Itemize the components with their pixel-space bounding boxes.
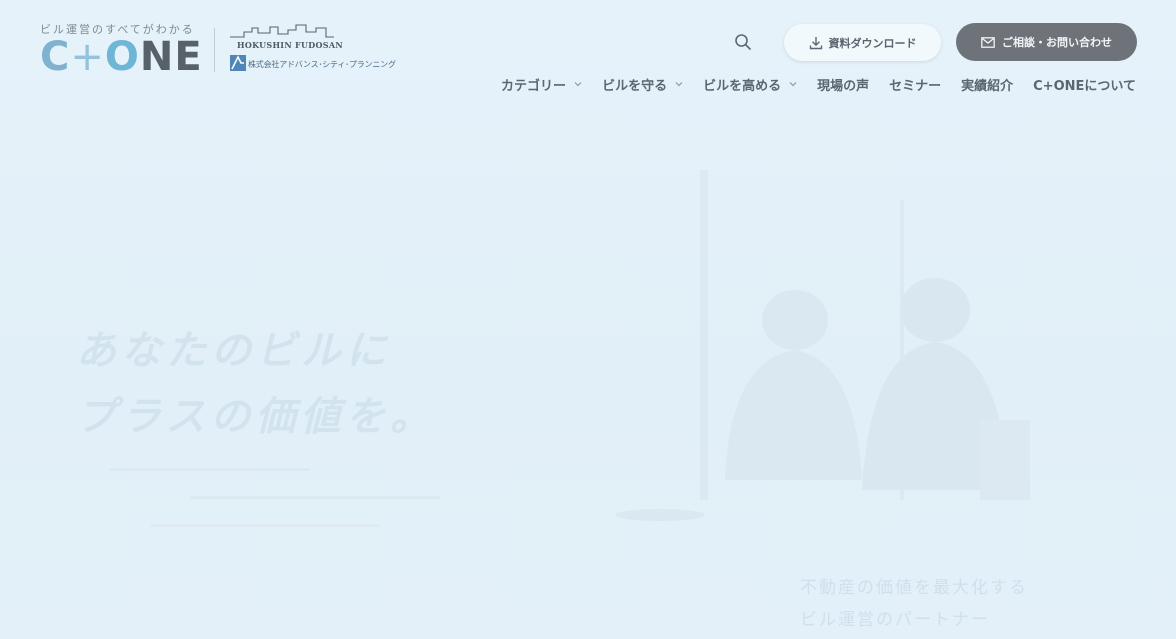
hero-photo: [615, 170, 1030, 521]
logo-letters-ne: NE: [139, 34, 203, 80]
nav-item-voices[interactable]: 現場の声: [817, 75, 869, 94]
hero-title-line: プラスの価値を。: [76, 394, 436, 440]
nav-item-label: ビルを守る: [602, 78, 668, 94]
nav-item-label: ビルを高める: [703, 78, 782, 94]
nav-item-results[interactable]: 実績紹介: [961, 75, 1013, 94]
logo-letter-o: O: [104, 34, 140, 80]
nav-item-label: カテゴリー: [501, 78, 567, 94]
logo-wordmark: C+ONE: [40, 36, 203, 78]
download-button-label: 資料ダウンロード: [828, 36, 917, 50]
hero-subtitle-line: ビル運営のパートナー: [800, 610, 990, 630]
nav-item-label: 現場の声: [817, 78, 870, 94]
search-button[interactable]: [733, 32, 753, 52]
nav-item-category[interactable]: カテゴリー: [501, 75, 582, 94]
partner-logo[interactable]: HOKUSHIN FUDOSAN 株式会社アドバンス･シティ･プランニング: [230, 24, 396, 72]
chevron-down-icon: [675, 82, 683, 87]
company-badge-icon: [230, 55, 246, 71]
nav-item-label: C+ONEについて: [1033, 78, 1136, 94]
logo-letter-c: C: [40, 34, 71, 80]
partner-name: HOKUSHIN FUDOSAN: [237, 40, 344, 50]
download-materials-button[interactable]: 資料ダウンロード: [784, 24, 941, 61]
download-icon: [809, 36, 822, 49]
partner-company-name: 株式会社アドバンス･シティ･プランニング: [248, 60, 396, 69]
hero-decoration: [110, 468, 440, 527]
hero-title-line: あなたのビルに: [76, 328, 391, 374]
logo-plus: +: [70, 34, 105, 80]
logo-divider: [214, 28, 215, 72]
hero-subtitle-line: 不動産の価値を最大化する: [800, 578, 1028, 598]
hero-title: あなたのビルに プラスの価値を。: [76, 318, 435, 450]
nav-item-enhance[interactable]: ビルを高める: [703, 75, 797, 94]
nav-item-seminar[interactable]: セミナー: [889, 75, 941, 94]
contact-button-label: ご相談・お問い合わせ: [1002, 36, 1112, 49]
nav-item-label: セミナー: [889, 78, 942, 94]
skyline-icon: [230, 24, 334, 38]
nav-item-about[interactable]: C+ONEについて: [1033, 75, 1136, 94]
nav-item-protect[interactable]: ビルを守る: [602, 75, 683, 94]
nav-item-label: 実績紹介: [961, 78, 1014, 94]
hero-subtitle: 不動産の価値を最大化する ビル運営のパートナー: [800, 572, 1028, 636]
main-nav: カテゴリー ビルを守る ビルを高める 現場の声 セミナー 実績紹介 C+ONEに…: [481, 73, 1136, 95]
contact-button[interactable]: ご相談・お問い合わせ: [956, 23, 1137, 61]
search-icon: [735, 34, 751, 50]
mail-icon: [981, 36, 995, 48]
chevron-down-icon: [789, 82, 797, 87]
chevron-down-icon: [574, 82, 582, 87]
